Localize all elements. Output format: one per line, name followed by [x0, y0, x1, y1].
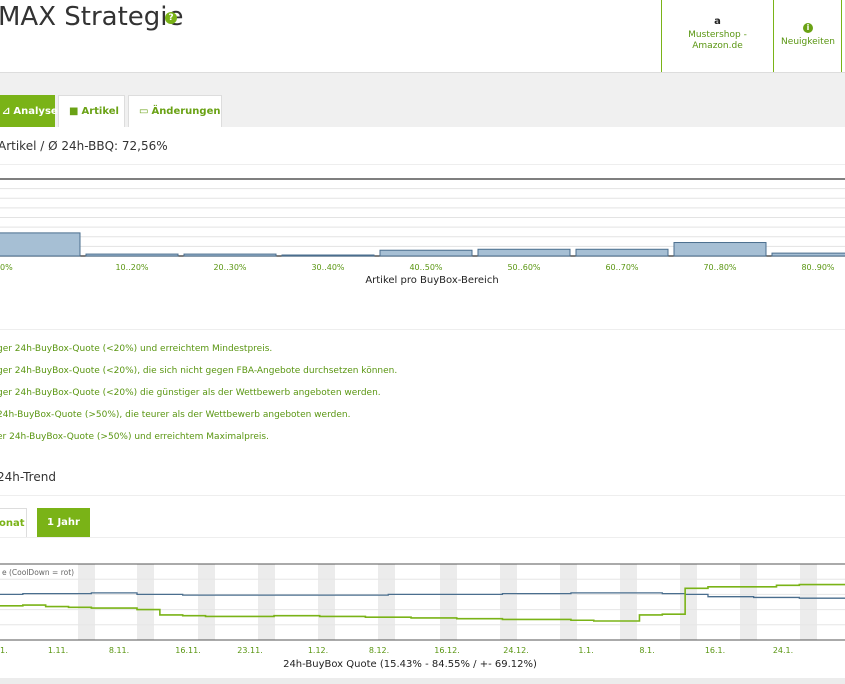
weekend-band [258, 564, 275, 640]
x-tick-label: 0% [0, 263, 13, 272]
distribution-title: Artikel / Ø 24h-BBQ: 72,56% [0, 139, 168, 153]
x-axis-label: 24h-BuyBox Quote (15.43% - 84.55% / +- 6… [283, 659, 537, 670]
weekend-band [680, 564, 697, 640]
x-tick-label: 30..40% [311, 263, 344, 272]
x-tick-label: 60..70% [605, 263, 638, 272]
x-tick-label: 40..50% [409, 263, 442, 272]
legend-line-4: 24h-BuyBox-Quote (>50%), die teurer als … [0, 410, 351, 420]
tab-analyse[interactable]: ⊿ Analyse [0, 95, 58, 127]
weekend-band [378, 564, 395, 640]
x-tick-label: 10..20% [115, 263, 148, 272]
tab-aenderungen[interactable]: ▭ Änderungen [128, 95, 222, 127]
x-tick-label: 8.11. [109, 646, 129, 655]
weekend-band [137, 564, 154, 640]
tab-year[interactable]: 1 Jahr [37, 508, 90, 538]
x-tick-label: 1. [0, 646, 8, 655]
tab-aenderungen-label: Änderungen [151, 106, 221, 117]
tab-artikel[interactable]: ■ Artikel [58, 95, 125, 127]
x-tick-label: 8.1. [639, 646, 654, 655]
bar [0, 232, 81, 257]
weekend-band [78, 564, 95, 640]
amazon-shop-button[interactable]: a Mustershop - Amazon.de [661, 0, 773, 72]
weekend-band [440, 564, 457, 640]
x-tick-label: 16.11. [175, 646, 200, 655]
info-icon: i [803, 23, 813, 33]
bar [673, 242, 767, 257]
x-tick-label: 16.12. [434, 646, 459, 655]
x-tick-label: 24.1. [773, 646, 793, 655]
legend-line-1: ger 24h-BuyBox-Quote (<20%) und erreicht… [0, 344, 273, 354]
x-tick-label: 1.11. [48, 646, 68, 655]
weekend-band [740, 564, 757, 640]
distribution-chart: 0% 10..20% 20..30% 30..40% 40..50% 50..60% 60.… [0, 178, 845, 286]
x-tick-label: 20..30% [213, 263, 246, 272]
x-tick-label: 8.12. [369, 646, 389, 655]
document-icon: ▭ [139, 106, 149, 117]
legend-line-2: ger 24h-BuyBox-Quote (<20%), die sich ni… [0, 366, 398, 376]
bag-icon: ■ [69, 106, 79, 117]
x-tick-label: 16.1. [705, 646, 725, 655]
news-button[interactable]: i Neuigkeiten [773, 0, 842, 72]
x-tick-label: 23.11. [237, 646, 262, 655]
news-label: Neuigkeiten [781, 37, 835, 47]
legend-line-3: ger 24h-BuyBox-Quote (<20%) die günstige… [0, 388, 381, 398]
x-tick-label: 1.1. [578, 646, 593, 655]
bar [183, 253, 277, 257]
tab-analyse-label: Analyse [13, 106, 58, 117]
trend-title: 24h-Trend [0, 470, 56, 484]
weekend-band [318, 564, 335, 640]
amazon-icon: a [714, 16, 721, 27]
x-tick-label: 1.12. [308, 646, 328, 655]
question-circle-icon[interactable]: ? [165, 12, 177, 24]
x-tick-label: 24.12. [503, 646, 528, 655]
tab-month[interactable]: onat [0, 508, 27, 538]
x-tick-label: 70..80% [703, 263, 736, 272]
weekend-band [560, 564, 577, 640]
amazon-shop-label-1: Mustershop - [688, 30, 747, 40]
bar [477, 248, 571, 257]
weekend-band [620, 564, 637, 640]
page-title: MAX Strategie [0, 2, 184, 32]
bar [575, 248, 669, 257]
chart-icon: ⊿ [2, 106, 11, 117]
weekend-band [198, 564, 215, 640]
divider [0, 329, 845, 330]
bar [85, 253, 179, 257]
divider [0, 537, 845, 538]
plot-area [0, 564, 845, 640]
bar [379, 249, 473, 257]
amazon-shop-label-2: Amazon.de [692, 41, 743, 51]
footer-bar [0, 678, 845, 684]
header-divider [841, 0, 842, 72]
weekend-band [800, 564, 817, 640]
chart-legend-text: e (CoolDown = rot) [2, 568, 74, 577]
trend-chart: e (CoolDown = rot) 1. 1.11. 8.11. 16.11. 23.1… [0, 563, 845, 670]
x-tick-label: 50..60% [507, 263, 540, 272]
legend-line-5: er 24h-BuyBox-Quote (>50%) und erreichte… [0, 432, 269, 442]
x-tick-label: 80..90% [801, 263, 834, 272]
bar [281, 254, 375, 257]
tab-artikel-label: Artikel [81, 106, 119, 117]
divider [0, 495, 845, 496]
divider [0, 164, 845, 165]
x-axis-label: Artikel pro BuyBox-Bereich [365, 275, 498, 286]
bar [771, 252, 845, 257]
weekend-band [500, 564, 517, 640]
